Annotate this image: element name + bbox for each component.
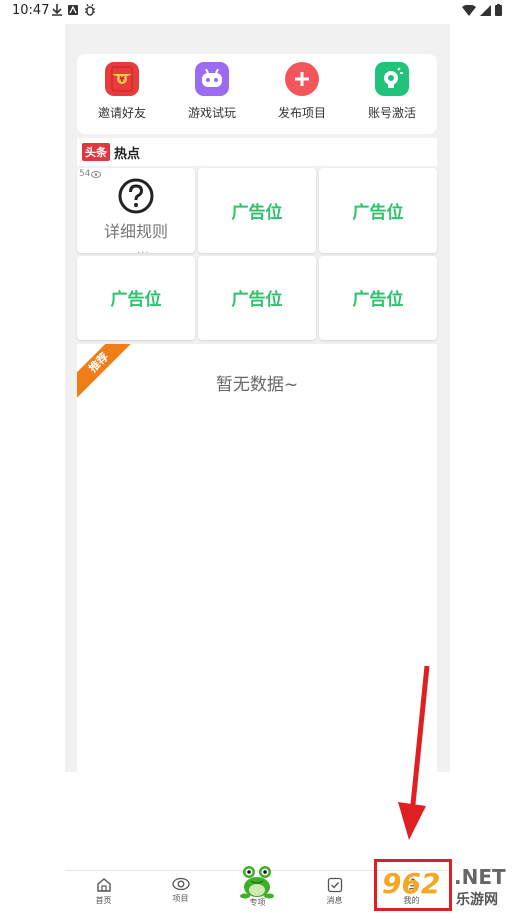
recommend-panel: 推荐 暂无数据~: [77, 344, 437, 772]
ad-slot[interactable]: 广告位: [198, 255, 316, 340]
status-bar: 10:47: [0, 0, 514, 24]
home-icon: [96, 878, 111, 892]
ad-slot-label: 广告位: [231, 202, 283, 223]
nav-messages-label: 消息: [326, 896, 343, 905]
wifi-icon: [462, 4, 476, 16]
rules-label: 详细规则: [103, 222, 168, 242]
ad-slot[interactable]: 广告位: [198, 168, 316, 253]
game-robot-icon: [195, 62, 229, 96]
question-icon: [118, 178, 154, 214]
status-notification-icons: [52, 4, 96, 16]
publish-project-button[interactable]: 发布项目: [262, 62, 342, 121]
game-trial-button[interactable]: 游戏试玩: [172, 62, 252, 121]
quick-label-game: 游戏试玩: [187, 106, 236, 120]
battery-icon: [495, 4, 502, 16]
checkbox-icon: [327, 877, 342, 893]
eye-small-icon: [91, 170, 102, 178]
ad-slot-label: 广告位: [231, 290, 283, 311]
quick-label-publish: 发布项目: [277, 106, 326, 120]
lightbulb-icon: [375, 62, 409, 96]
nav-home[interactable]: 首页: [74, 871, 134, 913]
invite-friends-button[interactable]: ¥ 邀请好友: [82, 62, 162, 121]
quick-label-activate: 账号激活: [367, 106, 416, 120]
red-envelope-icon: ¥: [105, 62, 139, 96]
quick-label-invite: 邀请好友: [97, 106, 146, 120]
bug-icon: [85, 4, 95, 16]
rules-cell[interactable]: 54 详细规则 ···: [77, 168, 195, 259]
highlight-box-annotation: [374, 859, 452, 911]
svg-text:¥: ¥: [119, 75, 125, 84]
view-count-value: 54: [79, 169, 91, 179]
status-system-icons: [462, 4, 502, 16]
status-time: 10:47: [12, 3, 50, 18]
frog-icon[interactable]: [237, 860, 277, 900]
plus-icon: [285, 62, 319, 96]
nav-home-label: 首页: [95, 896, 112, 905]
headlines-title: 热点: [114, 146, 141, 162]
signal-icon: [480, 4, 491, 16]
activate-account-button[interactable]: 账号激活: [352, 62, 432, 121]
ad-slot-label: 广告位: [110, 290, 162, 311]
ad-slot-label: 广告位: [352, 202, 404, 223]
view-count: 54: [79, 169, 102, 179]
red-arrow-annotation: [398, 665, 430, 840]
eye-icon: [171, 877, 190, 891]
nav-projects-label: 项目: [172, 894, 189, 903]
task-grid: 54 详细规则 ··· 广告位 广告位 广告位 广告位 广告位: [77, 168, 437, 340]
download-icon: [52, 4, 62, 16]
empty-state-text: 暂无数据~: [215, 375, 299, 395]
watermark-net: .NET: [454, 865, 506, 889]
ad-slot-label: 广告位: [352, 290, 404, 311]
watermark-site-name: 乐游网: [456, 892, 498, 908]
ad-slot[interactable]: 广告位: [77, 255, 195, 340]
ad-slot[interactable]: 广告位: [319, 168, 437, 253]
headlines-row[interactable]: 头条 热点: [77, 138, 437, 166]
nav-projects[interactable]: 项目: [151, 871, 211, 913]
headlines-badge: 头条: [82, 143, 110, 161]
ad-slot[interactable]: 广告位: [319, 255, 437, 340]
app-a-icon: [68, 5, 78, 15]
nav-messages[interactable]: 消息: [305, 871, 365, 913]
quick-actions-card: ¥ 邀请好友 游戏试玩 发布项目 账号激活: [77, 54, 437, 134]
